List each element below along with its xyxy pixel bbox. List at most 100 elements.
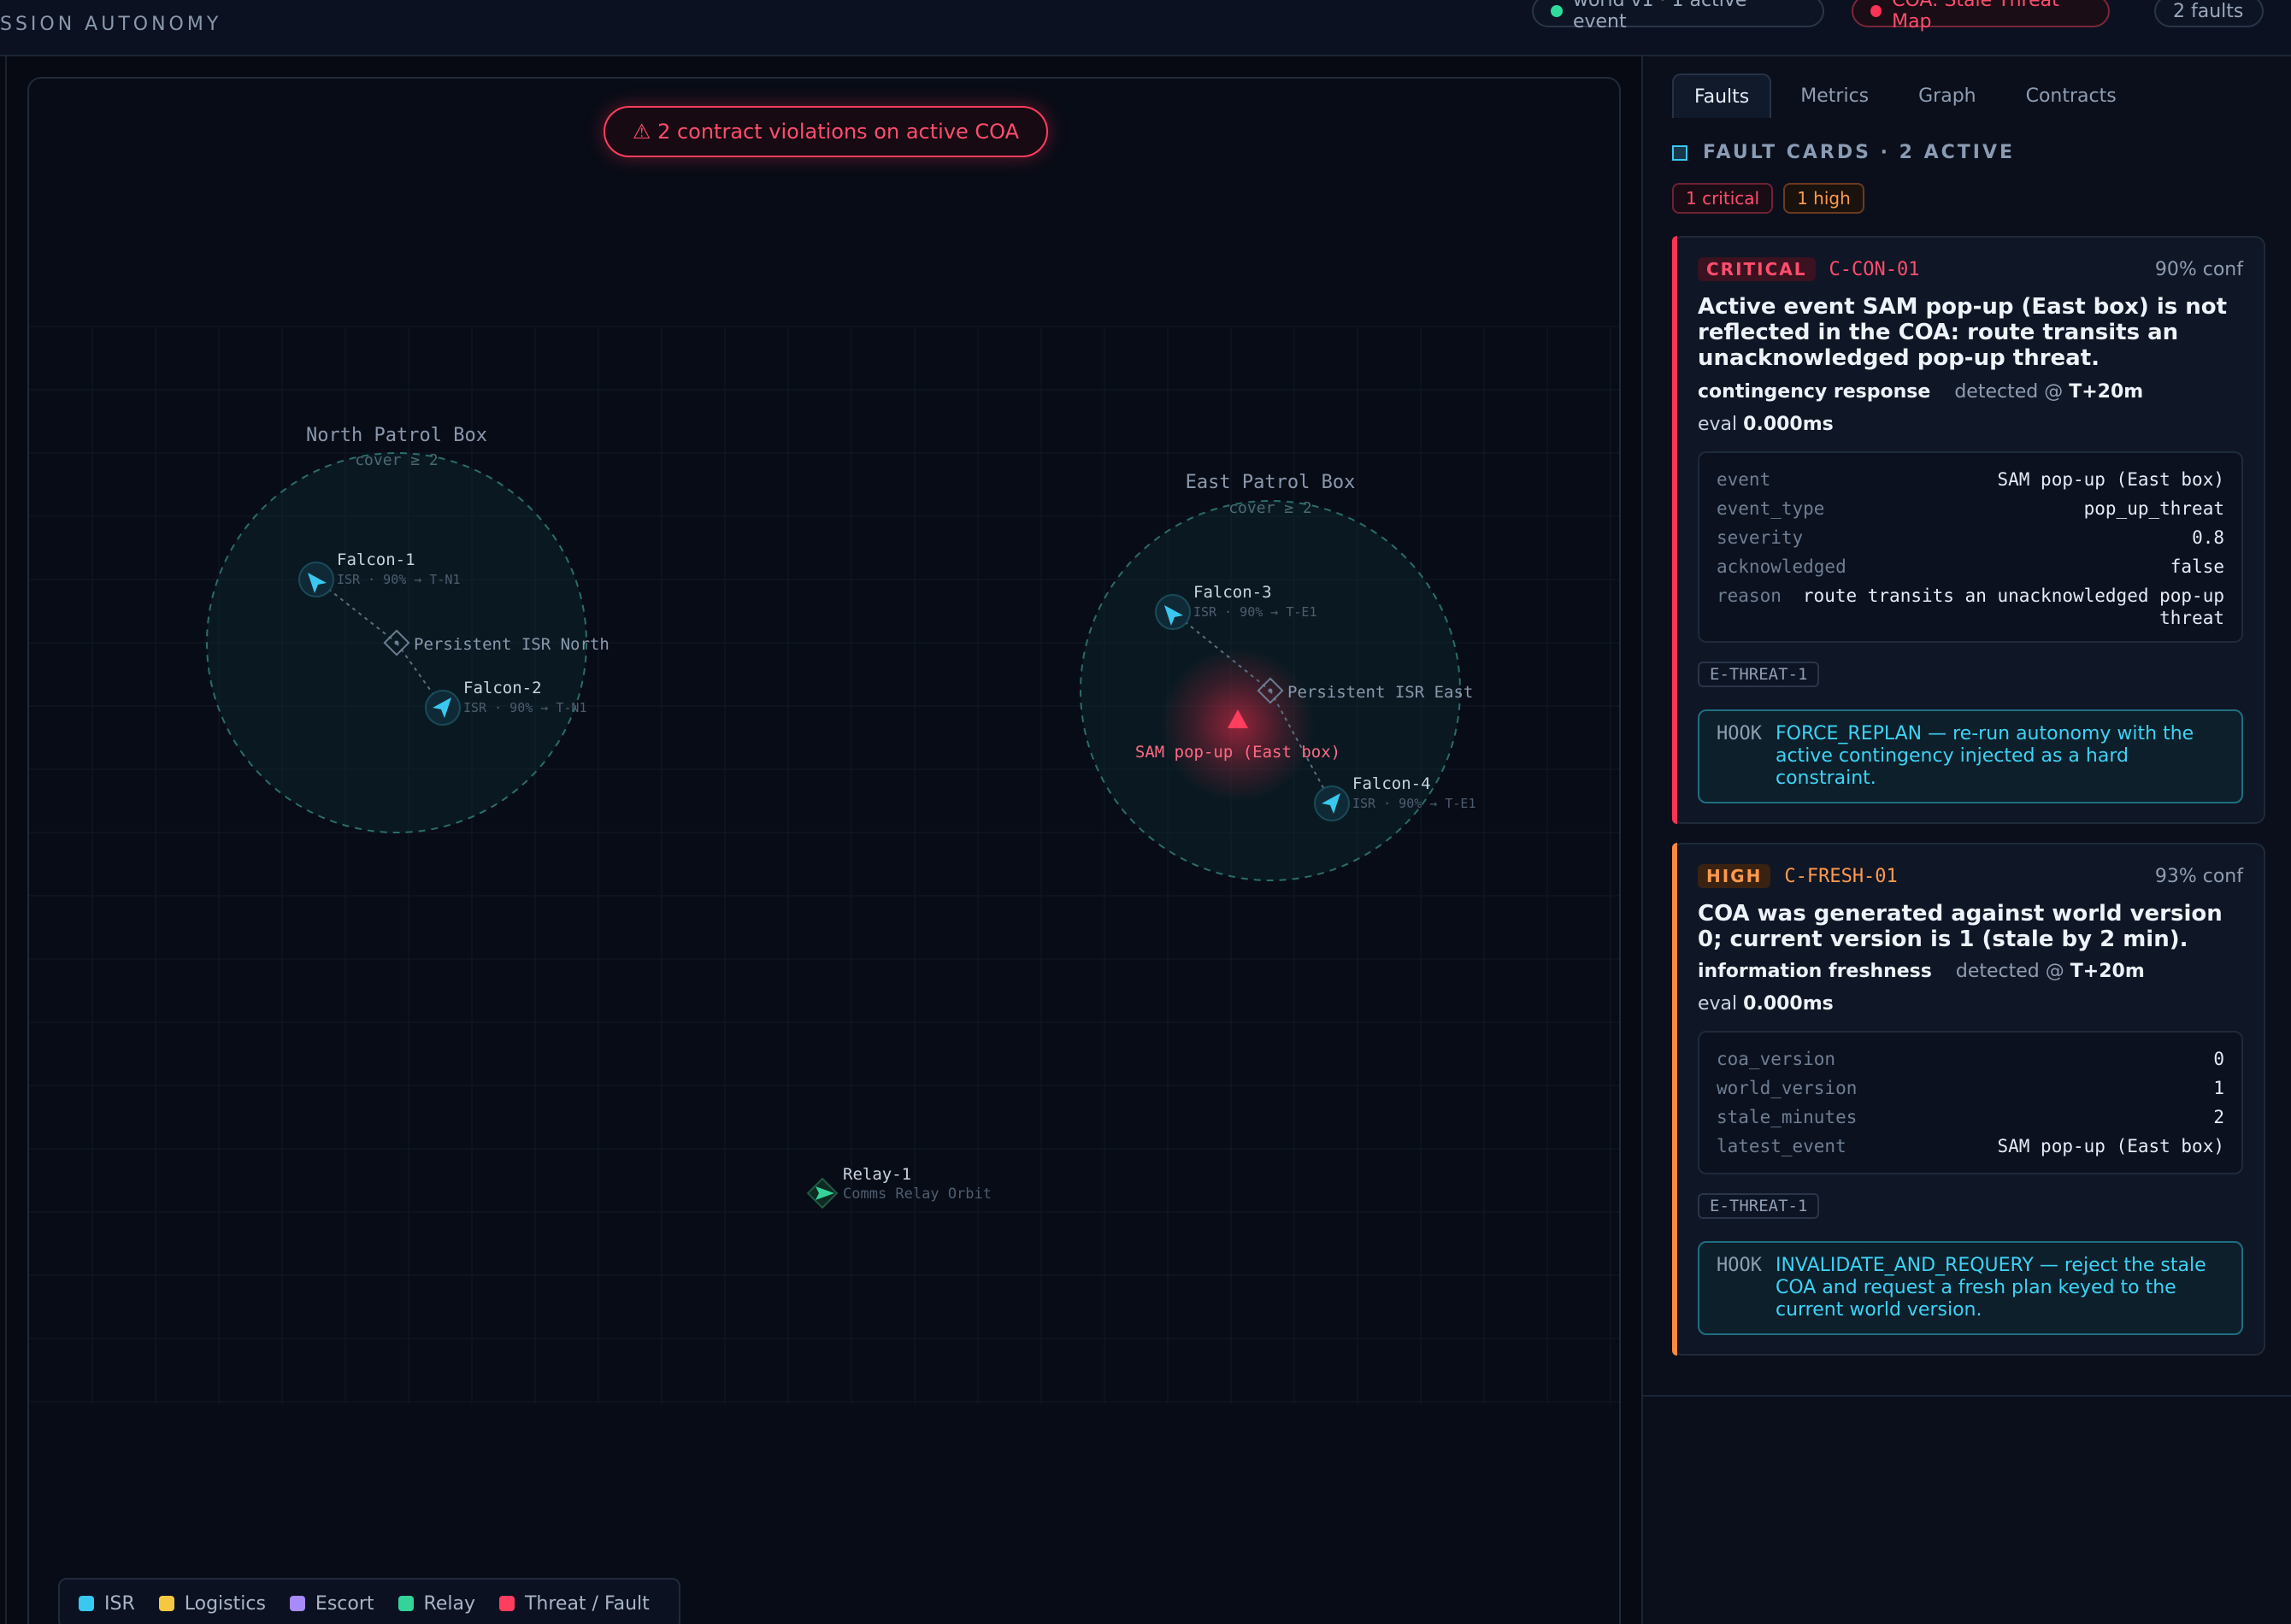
detail-row: acknowledged false	[1717, 556, 2224, 577]
card-accent-bar	[1672, 843, 1677, 1356]
eval-value: eval 0.000ms	[1698, 414, 1834, 435]
event-tag[interactable]: E-THREAT-1	[1698, 1193, 1820, 1219]
fault-title: Active event SAM pop-up (East box) is no…	[1698, 294, 2228, 371]
relay-1-marker[interactable]	[806, 1177, 839, 1209]
hook-text: FORCE_REPLAN — re-run autonomy with the …	[1775, 723, 2194, 789]
faults-count-label: 2 faults	[2173, 0, 2244, 22]
section-header: FAULT CARDS · 2 ACTIVE	[1672, 142, 2015, 163]
threat-label: SAM pop-up (East box)	[1135, 743, 1340, 762]
eval-time: eval 0.000ms	[1698, 993, 2243, 1015]
detail-row: event SAM pop-up (East box)	[1717, 469, 2224, 490]
legend-label: ISR	[104, 1592, 135, 1615]
faults-count-pill[interactable]: 2 faults	[2154, 0, 2264, 27]
world-version-label: world v1 · 1 active event	[1572, 0, 1747, 32]
east-zone-cover: cover ≥ 2	[1228, 499, 1312, 517]
fault-card-critical[interactable]: CRITICAL C-CON-01 90% conf Active event …	[1672, 236, 2265, 824]
legend-item-logistics: Logistics	[158, 1592, 266, 1615]
map-canvas[interactable]: North Patrol Box cover ≥ 2 Persistent IS…	[29, 79, 1621, 1624]
high-count-badge[interactable]: 1 high	[1783, 183, 1864, 214]
detail-row: stale_minutes 2	[1717, 1107, 2224, 1127]
falcon-2-sub: ISR · 90% → T-N1	[463, 700, 587, 715]
falcon-4-marker[interactable]	[1314, 786, 1350, 821]
fault-panel: Faults Metrics Graph Contracts FAULT CAR…	[1641, 56, 2291, 1624]
falcon-4-label: Falcon-4	[1352, 774, 1431, 793]
detected-at: detected @ T+20m	[1954, 381, 2144, 403]
detail-row: event_type pop_up_threat	[1717, 498, 2224, 519]
fault-code: C-FRESH-01	[1784, 865, 1898, 887]
east-zone-name: East Patrol Box	[1186, 472, 1356, 493]
card-header: HIGH C-FRESH-01 93% conf	[1698, 863, 2243, 889]
legend-swatch	[398, 1596, 414, 1611]
tab-graph[interactable]: Graph	[1898, 74, 1996, 118]
fault-meta: information freshness detected @ T+20m	[1698, 961, 2243, 982]
fault-code: C-CON-01	[1829, 258, 1920, 280]
app-root: SSION AUTONOMY world v1 · 1 active event…	[0, 0, 2291, 1624]
north-zone-name: North Patrol Box	[306, 425, 487, 446]
falcon-3-label: Falcon-3	[1193, 583, 1272, 602]
tab-faults[interactable]: Faults	[1672, 74, 1772, 118]
card-accent-bar	[1672, 236, 1677, 824]
legend-item-isr: ISR	[79, 1593, 135, 1615]
relay-1-sub: Comms Relay Orbit	[843, 1186, 992, 1203]
coa-status-pill[interactable]: COA: Stale Threat Map	[1852, 0, 2110, 32]
card-header: CRITICAL C-CON-01 90% conf	[1698, 256, 2243, 282]
panel-tabs: Faults Metrics Graph Contracts	[1672, 74, 2146, 118]
falcon-3-sub: ISR · 90% → T-E1	[1193, 604, 1317, 620]
hook-text: INVALIDATE_AND_REQUERY — reject the stal…	[1775, 1255, 2206, 1321]
legend-swatch	[158, 1596, 174, 1611]
legend-label: Escort	[315, 1592, 374, 1615]
falcon-1-label: Falcon-1	[337, 550, 415, 569]
east-objective-label: Persistent ISR East	[1287, 683, 1473, 702]
critical-count-badge[interactable]: 1 critical	[1672, 183, 1774, 214]
alert-dot-icon	[1870, 5, 1882, 17]
detected-at: detected @ T+20m	[1955, 961, 2145, 982]
legend-label: Relay	[423, 1592, 475, 1615]
left-edge-strip	[0, 56, 7, 1624]
relay-1-label: Relay-1	[843, 1165, 911, 1184]
legend-swatch	[498, 1596, 515, 1611]
map-panel[interactable]: North Patrol Box cover ≥ 2 Persistent IS…	[27, 77, 1621, 1624]
hook-label: HOOK	[1717, 723, 1762, 744]
eval-value: eval 0.000ms	[1698, 993, 1834, 1015]
eval-time: eval 0.000ms	[1698, 414, 2243, 435]
falcon-2-label: Falcon-2	[463, 679, 542, 697]
fault-cards-icon	[1672, 144, 1687, 161]
legend-item-threat: Threat / Fault	[498, 1592, 650, 1615]
fault-card-high[interactable]: HIGH C-FRESH-01 93% conf COA was generat…	[1672, 843, 2265, 1356]
detail-row: severity 0.8	[1717, 527, 2224, 548]
falcon-2-marker[interactable]	[425, 690, 461, 726]
tab-contracts[interactable]: Contracts	[2005, 74, 2137, 118]
coa-status-label: COA: Stale Threat Map	[1892, 0, 2059, 32]
fault-details-table: event SAM pop-up (East box) event_type pop…	[1698, 451, 2243, 643]
world-version-pill[interactable]: world v1 · 1 active event	[1532, 0, 1824, 32]
north-objective-label: Persistent ISR North	[414, 635, 610, 654]
north-zone-cover: cover ≥ 2	[355, 451, 439, 469]
legend-item-escort: Escort	[289, 1592, 374, 1615]
detail-row: reason route transits an unacknowledged p…	[1717, 585, 2224, 628]
legend-label: Threat / Fault	[524, 1592, 650, 1615]
detail-row: world_version 1	[1717, 1078, 2224, 1098]
contract-violation-banner[interactable]: ⚠ 2 contract violations on active COA	[604, 106, 1048, 157]
status-dot-icon	[1551, 5, 1563, 17]
falcon-1-marker[interactable]	[298, 562, 334, 597]
severity-badge: HIGH	[1698, 864, 1771, 888]
map-legend: ISR Logistics Escort Relay Threat / Faul…	[58, 1578, 680, 1624]
hook-action[interactable]: HOOK FORCE_REPLAN — re-run autonomy with…	[1698, 709, 2243, 803]
confidence-label: 90% conf	[2154, 258, 2243, 280]
fault-category: contingency response	[1698, 381, 1931, 403]
panel-divider	[1643, 1395, 2291, 1397]
severity-badge: CRITICAL	[1698, 257, 1816, 281]
event-tag[interactable]: E-THREAT-1	[1698, 662, 1820, 687]
hook-action[interactable]: HOOK INVALIDATE_AND_REQUERY — reject the…	[1698, 1241, 2243, 1335]
detail-row: latest_event SAM pop-up (East box)	[1717, 1136, 2224, 1156]
section-title: FAULT CARDS · 2 ACTIVE	[1703, 142, 2016, 163]
fault-title: COA was generated against world version …	[1698, 901, 2223, 952]
legend-swatch	[289, 1596, 305, 1611]
falcon-3-marker[interactable]	[1155, 594, 1191, 630]
severity-badges: 1 critical 1 high	[1672, 183, 1864, 214]
fault-meta: contingency response detected @ T+20m	[1698, 381, 2243, 403]
legend-item-relay: Relay	[398, 1593, 475, 1615]
legend-swatch	[79, 1596, 94, 1611]
legend-label: Logistics	[184, 1592, 266, 1615]
tab-metrics[interactable]: Metrics	[1780, 74, 1889, 118]
